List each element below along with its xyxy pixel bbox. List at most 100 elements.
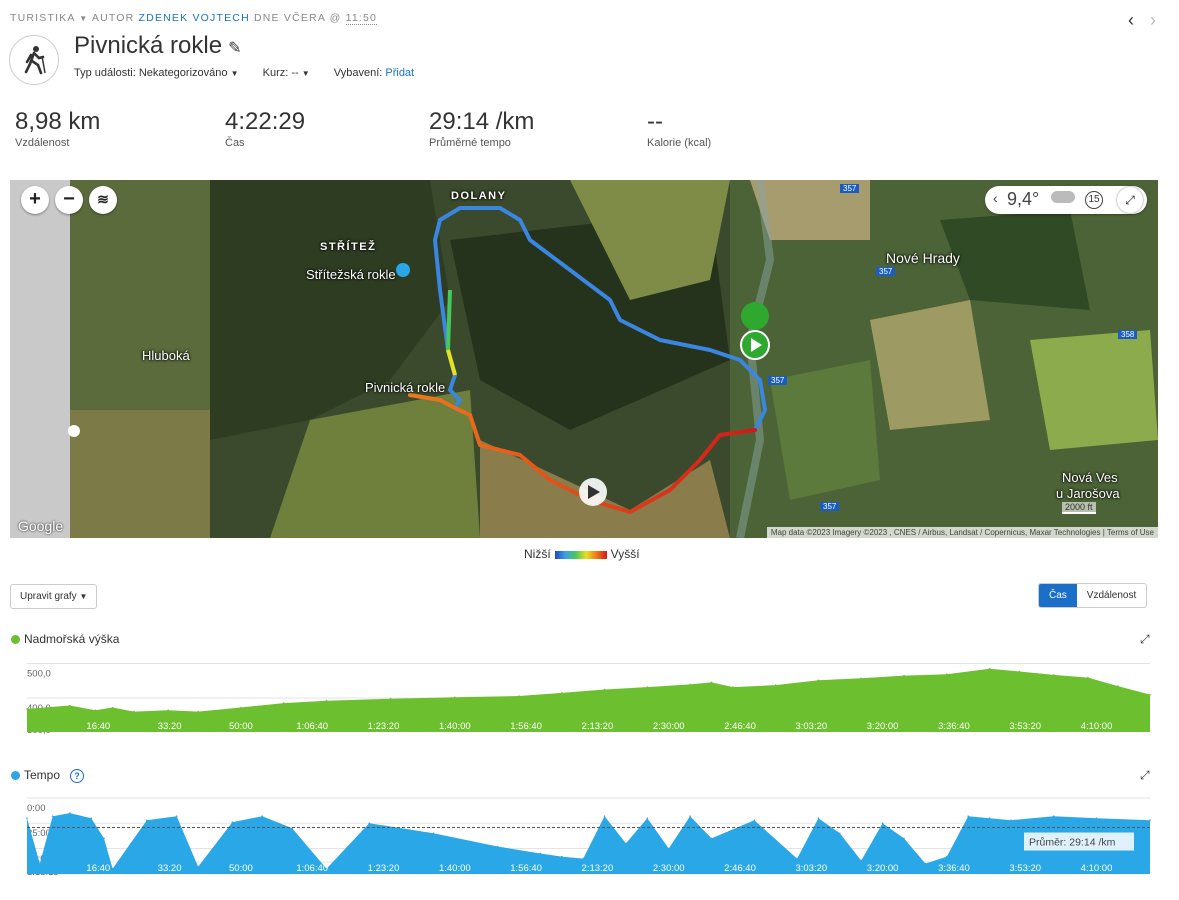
chevron-down-icon[interactable]: ▼ [302, 69, 310, 78]
legend-gradient [554, 550, 607, 559]
place-label: DOLANY [451, 190, 507, 202]
activity-type-avatar[interactable] [9, 35, 59, 85]
data-point [231, 821, 234, 823]
expand-icon[interactable]: ⤢ [1140, 768, 1150, 783]
weather-widget[interactable]: ‹ 9,4° 15 ⤢ [985, 186, 1147, 214]
event-type-value[interactable]: Nekategorizováno [139, 67, 228, 79]
elevation-chart[interactable]: 500,0400,0300,016:4033:2050:001:06:401:2… [0, 650, 1179, 736]
gear-label: Vybavení: [333, 67, 383, 79]
x-tick-label: 2:13:20 [582, 721, 614, 732]
stat-value: 29:14 /km [429, 108, 535, 135]
data-point [732, 686, 734, 688]
place-label: Pivnická rokle [365, 380, 446, 395]
fullscreen-icon[interactable]: ⤢ [1117, 187, 1143, 213]
x-tick-label: 3:03:20 [795, 863, 827, 874]
data-point [903, 837, 905, 840]
x-tick-label: 1:06:40 [296, 863, 328, 874]
x-tick-label: 50:00 [229, 721, 253, 732]
x-tick-label: 3:53:20 [1009, 721, 1041, 732]
data-point [26, 817, 28, 819]
cloud-icon [1051, 191, 1075, 203]
x-tick-label: 2:30:00 [653, 721, 685, 732]
data-point [51, 815, 54, 817]
legend-low: Nižší [524, 547, 551, 561]
data-point [103, 837, 105, 840]
x-tick-label: 50:00 [229, 863, 253, 874]
x-tick-label: 16:40 [86, 721, 110, 732]
x-tick-label: 3:36:40 [938, 863, 970, 874]
x-tick-label: 16:40 [86, 863, 110, 874]
data-point [432, 832, 435, 835]
stat-value: -- [647, 108, 663, 135]
data-point [625, 842, 627, 845]
pace-chart[interactable]: 0:0025:0050:001:15:1516:4033:2050:001:06… [0, 788, 1179, 880]
terms-link[interactable]: Terms of Use [1107, 528, 1154, 537]
pencil-icon[interactable]: ✎ [228, 40, 241, 57]
map-scale[interactable]: 2000 ft [1062, 502, 1096, 514]
x-tick-label: 1:06:40 [296, 721, 328, 732]
edit-charts-dropdown[interactable]: Upravit grafy ▼ [10, 584, 98, 609]
author-prefix: AUTOR [91, 12, 135, 24]
data-point [1095, 817, 1098, 819]
add-gear-link[interactable]: Přidat [385, 67, 414, 79]
activity-meta: Typ události: Nekategorizováno ▼ Kurz: -… [74, 67, 414, 79]
data-point [282, 702, 285, 704]
prev-activity-button[interactable]: ‹ [1120, 10, 1142, 31]
page-title: Pivnická rokle ✎ [74, 32, 241, 60]
x-tick-label: 1:23:20 [368, 863, 400, 874]
data-point [39, 862, 41, 865]
data-point [197, 865, 199, 868]
data-point [69, 812, 71, 814]
place-label: u Jarošova [1056, 486, 1120, 501]
data-point [860, 859, 862, 862]
x-tick-label: 2:46:40 [724, 863, 756, 874]
data-point [817, 679, 820, 682]
next-activity-button[interactable]: › [1142, 10, 1164, 31]
course-label: Kurz: [262, 67, 289, 79]
elevation-title: Nadmořská výška [24, 632, 120, 646]
road-badge: 357 [820, 502, 840, 511]
help-icon[interactable]: ? [70, 768, 85, 783]
x-tick-label: 2:30:00 [653, 863, 685, 874]
pace-chart-title: Tempo? [11, 768, 85, 783]
category-dropdown-icon[interactable]: ▼ [79, 14, 88, 23]
chevron-left-icon[interactable]: ‹ [993, 190, 998, 206]
chevron-down-icon[interactable]: ▼ [231, 69, 239, 78]
place-label: Střítežská rokle [306, 267, 396, 282]
road-badge: 357 [876, 267, 896, 276]
author-link[interactable]: ZDENEK VOJTECH [139, 12, 250, 24]
y-tick-label: 0:00 [27, 803, 46, 814]
data-point [111, 867, 114, 870]
data-point [710, 837, 713, 840]
data-point [1052, 674, 1055, 676]
expand-icon[interactable]: ⤢ [1140, 632, 1150, 647]
data-point [368, 822, 371, 824]
road-badge: 357 [840, 184, 860, 193]
data-point [967, 815, 969, 817]
map-attribution: Map data ©2023 Imagery ©2023 , CNES / Ai… [766, 527, 1158, 538]
x-tick-label: 1:40:00 [439, 863, 471, 874]
data-point [197, 710, 199, 713]
google-logo[interactable]: Google [18, 518, 63, 534]
data-point [710, 681, 713, 684]
data-point [988, 817, 991, 819]
zoom-out-button[interactable]: − [55, 186, 83, 214]
data-point [240, 706, 242, 709]
data-point [667, 847, 670, 850]
data-point [946, 855, 948, 858]
layers-icon[interactable]: ≋ [89, 186, 117, 214]
stat-label: Kalorie (kcal) [647, 137, 712, 149]
activity-title[interactable]: Pivnická rokle [74, 32, 222, 59]
elevation-legend: Nižší Vyšší [524, 547, 640, 561]
x-tick-label: 2:46:40 [724, 721, 756, 732]
category-label[interactable]: TURISTIKA [10, 12, 75, 24]
route-map[interactable]: + − ≋ ‹ 9,4° 15 ⤢ DOLANY STŘÍTEŽ Střítež… [10, 180, 1158, 538]
data-point [325, 699, 328, 702]
zoom-in-button[interactable]: + [21, 186, 49, 214]
toggle-time-button[interactable]: Čas [1039, 584, 1077, 607]
x-tick-label: 3:53:20 [1009, 863, 1041, 874]
toggle-distance-button[interactable]: Vzdálenost [1077, 584, 1146, 607]
activity-time[interactable]: 11:50 [345, 12, 378, 25]
data-point [753, 819, 756, 821]
course-value[interactable]: -- [291, 67, 298, 79]
